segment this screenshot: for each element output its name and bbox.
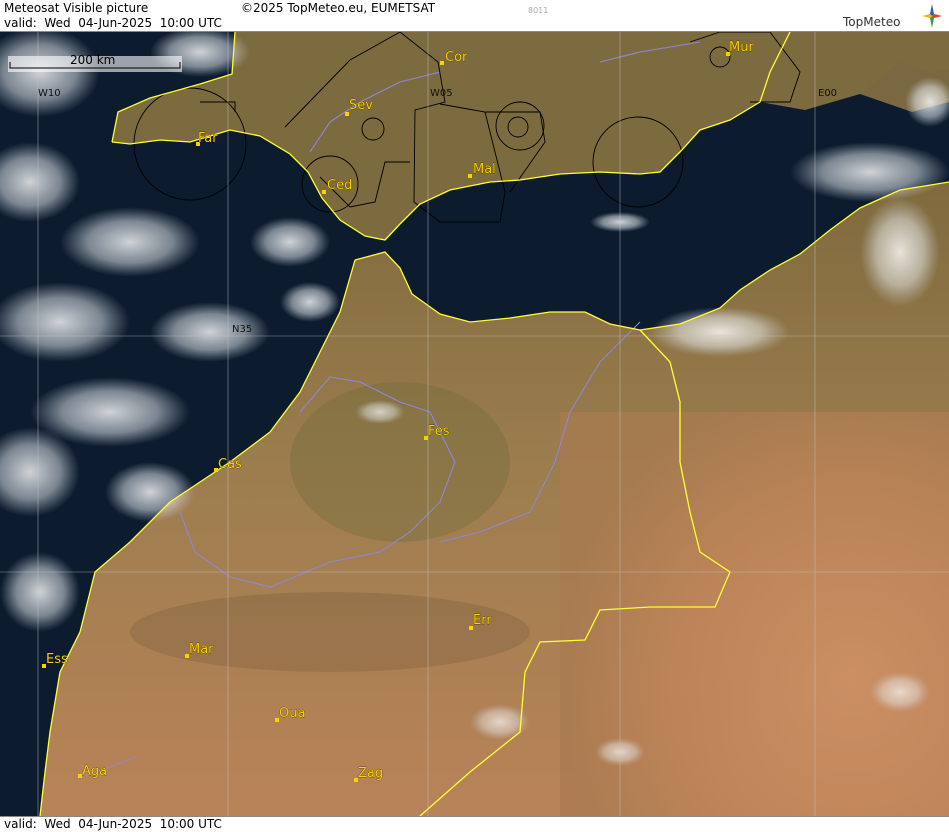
- svg-text:Fes: Fes: [428, 424, 450, 439]
- compass-star-icon: [922, 4, 942, 28]
- city-oua: Oua: [275, 706, 306, 722]
- svg-text:Mal: Mal: [473, 162, 496, 177]
- svg-text:Oua: Oua: [279, 706, 305, 721]
- svg-text:Cas: Cas: [218, 457, 242, 472]
- city-zag: Zag: [354, 766, 383, 782]
- city-cas: Cas: [214, 457, 242, 472]
- scale-label: 200 km: [70, 53, 115, 67]
- lon-label-w05: W05: [430, 88, 453, 99]
- city-err: Err: [469, 613, 493, 630]
- logo-text: TopMeteo: [843, 15, 901, 29]
- svg-text:Err: Err: [473, 613, 492, 628]
- lon-label-e00: E00: [818, 88, 837, 99]
- header-bar: Meteosat Visible picture valid: Wed 04-J…: [0, 0, 949, 32]
- svg-text:Sev: Sev: [349, 98, 373, 113]
- valid-time-bottom: valid: Wed 04-Jun-2025 10:00 UTC: [4, 817, 222, 831]
- page-frame: Meteosat Visible picture valid: Wed 04-J…: [0, 0, 949, 832]
- topmeteo-logo[interactable]: TopMeteo: [843, 3, 943, 31]
- valid-time-top: valid: Wed 04-Jun-2025 10:00 UTC: [4, 16, 222, 30]
- svg-text:Aga: Aga: [82, 764, 107, 779]
- city-far: Far: [196, 131, 218, 146]
- footer-bar: valid: Wed 04-Jun-2025 10:00 UTC: [0, 816, 949, 832]
- svg-text:Ess: Ess: [46, 652, 68, 667]
- city-mar: Mar: [185, 642, 214, 658]
- lat-label-n35: N35: [232, 324, 252, 335]
- city-ess: Ess: [42, 652, 68, 668]
- city-cor: Cor: [440, 50, 468, 65]
- city-fes: Fes: [424, 424, 450, 440]
- city-ced: Ced: [322, 178, 353, 194]
- city-aga: Aga: [78, 764, 107, 779]
- image-code: 8011: [528, 6, 549, 15]
- svg-text:Cor: Cor: [445, 50, 468, 65]
- copyright-notice: ©2025 TopMeteo.eu, EUMETSAT: [241, 1, 436, 15]
- satellite-map: W10 W05 E00 N35 200 km Cor Mur Sev Far C…: [0, 32, 949, 816]
- svg-text:Far: Far: [198, 131, 218, 146]
- highatlas-dark: [130, 592, 530, 672]
- svg-text:Mar: Mar: [189, 642, 214, 657]
- city-mal: Mal: [468, 162, 496, 178]
- svg-text:Zag: Zag: [358, 766, 383, 781]
- svg-text:Mur: Mur: [729, 40, 754, 55]
- picture-title: Meteosat Visible picture: [4, 1, 149, 15]
- lon-label-w10: W10: [38, 88, 61, 99]
- svg-text:Ced: Ced: [327, 178, 352, 193]
- city-mur: Mur: [726, 40, 755, 56]
